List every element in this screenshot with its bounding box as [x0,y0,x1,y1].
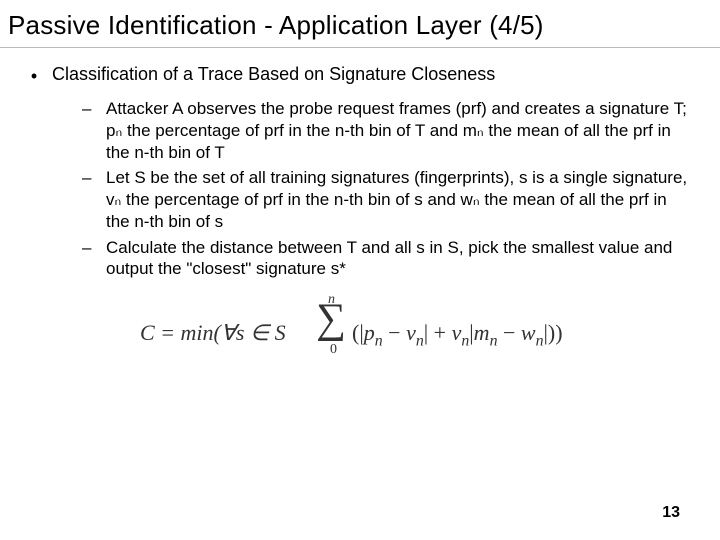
sub-bullet-marker: – [82,98,96,120]
sub-bullet-marker: – [82,237,96,259]
sub-bullet-marker: – [82,167,96,189]
bullet-text: Classification of a Trace Based on Signa… [52,64,495,85]
sub-bullet-text: Let S be the set of all training signatu… [106,167,692,232]
formula-lhs: C = min(∀s ∈ S [140,320,286,346]
slide-body: • Classification of a Trace Based on Sig… [0,48,720,368]
sub-bullet-item: – Attacker A observes the probe request … [82,98,692,163]
sub-bullet-item: – Let S be the set of all training signa… [82,167,692,232]
slide-title: Passive Identification - Application Lay… [0,0,720,48]
distance-formula: C = min(∀s ∈ S n ∑ 0 (|pn − vn| + vn|mn … [140,298,580,368]
sub-bullet-item: – Calculate the distance between T and a… [82,237,692,281]
sigma-lower-bound: 0 [330,342,337,358]
sigma-icon: ∑ [316,298,346,340]
bullet-item: • Classification of a Trace Based on Sig… [28,64,692,88]
page-number: 13 [662,504,680,522]
sub-bullet-text: Calculate the distance between T and all… [106,237,692,281]
sub-bullet-list: – Attacker A observes the probe request … [28,94,692,280]
formula-body: (|pn − vn| + vn|mn − wn|)) [352,320,563,350]
sub-bullet-text: Attacker A observes the probe request fr… [106,98,692,163]
bullet-marker: • [28,64,40,88]
